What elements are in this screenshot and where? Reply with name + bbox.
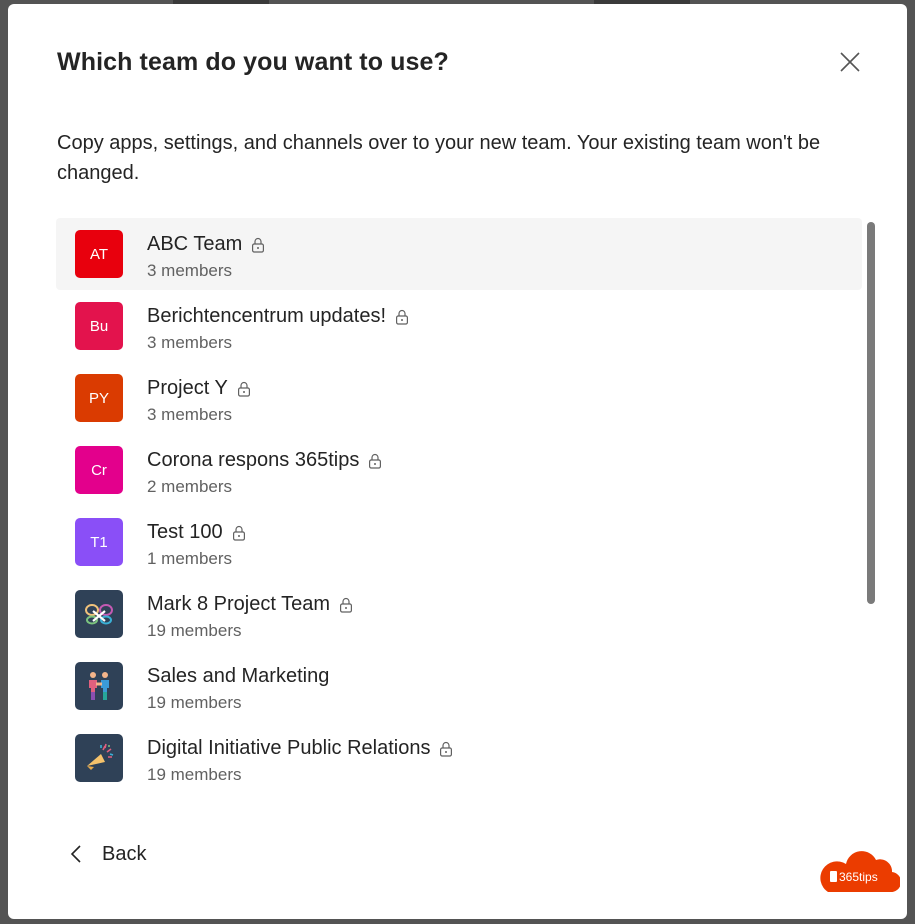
lock-icon [237,381,250,397]
team-list-item[interactable]: Cr Corona respons 365tips 2 members [56,434,862,506]
team-avatar: Cr [75,446,123,494]
team-member-count: 2 members [147,477,233,496]
team-list-item[interactable]: AT ABC Team 3 members [56,218,862,290]
team-name: Corona respons 365tips [147,449,360,471]
team-member-count: 1 members [147,549,233,568]
team-avatar [75,662,123,710]
choose-team-dialog: Which team do you want to use? Copy apps… [8,4,907,919]
365tips-watermark-logo: 365tips [820,851,900,893]
team-avatar: Bu [75,302,123,350]
team-list-item[interactable]: Mark 8 Project Team 19 members [56,578,862,650]
watermark-text: 365tips [839,870,878,884]
back-label: Back [102,842,147,865]
team-member-count: 19 members [147,765,242,784]
team-list-item[interactable]: Bu Berichtencentrum updates! 3 members [56,290,862,362]
list-scrollbar[interactable] [867,222,875,604]
lock-icon [340,597,353,613]
team-member-count: 19 members [147,621,242,640]
team-member-count: 19 members [147,693,242,712]
team-name: Mark 8 Project Team [147,593,331,615]
butterfly-drone-icon [85,604,113,625]
team-avatar: AT [75,230,123,278]
lock-icon [440,741,453,757]
chevron-left-icon [70,845,81,863]
megaphone-icon [87,743,114,770]
team-list-item[interactable]: Sales and Marketing 19 members [56,650,862,722]
team-name: Sales and Marketing [147,665,330,687]
dialog-description: Copy apps, settings, and channels over t… [57,132,821,184]
handshake-people-icon [89,672,109,700]
team-avatar: PY [75,374,123,422]
team-name: Berichtencentrum updates! [147,305,387,327]
team-list-item[interactable]: PY Project Y 3 members [56,362,862,434]
team-initials: T1 [90,533,108,551]
team-initials: AT [89,245,109,263]
lock-icon [232,525,245,541]
team-list-item[interactable]: T1 Test 100 1 members [56,506,862,578]
lock-icon [252,237,265,253]
close-icon [840,52,860,72]
team-name: Test 100 [147,521,223,543]
team-list-item[interactable]: Digital Initiative Public Relations 19 m… [56,722,862,794]
team-name: ABC Team [147,233,243,255]
team-name: Project Y [147,377,228,399]
dialog-title: Which team do you want to use? [57,48,449,76]
team-member-count: 3 members [147,405,233,424]
team-member-count: 3 members [147,333,233,352]
close-button[interactable] [836,48,864,76]
team-list: AT ABC Team 3 members Bu Berichtencentru… [56,218,862,794]
team-member-count: 3 members [147,261,233,280]
team-initials: Cr [91,461,107,479]
team-name: Digital Initiative Public Relations [147,737,431,759]
team-avatar: T1 [75,518,123,566]
team-avatar [75,590,123,638]
lock-icon [369,453,382,469]
lock-icon [396,309,409,325]
team-initials: PY [88,389,109,407]
team-initials: Bu [89,317,109,335]
back-button[interactable]: Back [70,838,146,870]
team-avatar [75,734,123,782]
